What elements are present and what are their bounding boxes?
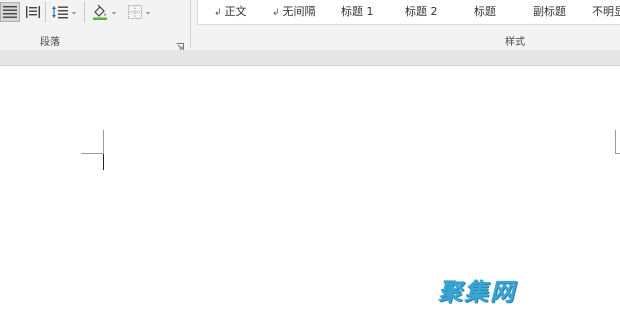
styles-group-label: 样式: [505, 37, 525, 48]
crop-mark-horizontal: [81, 153, 104, 154]
separator: [45, 2, 46, 22]
paragraph-group: ⌄ ⌄ ⌄ 段落: [0, 0, 190, 51]
distributed-icon: [26, 6, 40, 18]
paragraph-mark-icon: ↲: [272, 8, 280, 18]
shading-icon: [92, 4, 108, 20]
borders-icon: [128, 5, 143, 19]
ruler-strip: [0, 50, 620, 66]
chevron-down-icon: ⌄: [70, 7, 78, 17]
ribbon: ⌄ ⌄ ⌄ 段落 ↲ 正文 ↲ 无间隔 标题 1 标题 2 标题 副标题 不明显…: [0, 0, 620, 51]
styles-group: ↲正文 ↲无间隔 标题 1 标题 2 标题 副标题 不明显强 样式: [191, 0, 620, 50]
chevron-down-icon: ⌄: [144, 7, 152, 17]
crop-mark-horizontal-right: [615, 153, 620, 154]
paragraph-group-label: 段落: [40, 37, 60, 48]
distributed-button[interactable]: [23, 2, 43, 22]
borders-button[interactable]: ⌄: [124, 2, 156, 22]
style-title[interactable]: 标题: [474, 3, 496, 19]
style-subtitle[interactable]: 副标题: [533, 3, 566, 19]
style-heading-1[interactable]: 标题 1: [341, 3, 374, 19]
watermark-logo: 聚集网: [438, 278, 516, 306]
text-cursor: [103, 154, 104, 170]
style-no-spacing[interactable]: ↲ 无间隔: [272, 3, 316, 19]
crop-mark-vertical-right: [615, 130, 616, 153]
style-heading-2[interactable]: 标题 2: [405, 3, 438, 19]
justify-button[interactable]: [0, 2, 20, 22]
line-spacing-icon: [52, 5, 69, 19]
separator: [84, 2, 85, 22]
document-page[interactable]: [0, 66, 620, 309]
dialog-launcher-icon[interactable]: [176, 36, 184, 51]
crop-mark-vertical: [103, 130, 104, 153]
shading-button[interactable]: ⌄: [89, 2, 121, 22]
style-normal[interactable]: ↲ 正文: [214, 3, 247, 19]
style-subtle-emphasis[interactable]: 不明显强: [592, 3, 620, 19]
paragraph-mark-icon: ↲: [214, 8, 222, 18]
line-spacing-button[interactable]: ⌄: [50, 2, 80, 22]
justify-icon: [3, 6, 17, 18]
chevron-down-icon: ⌄: [110, 7, 118, 17]
styles-gallery: ↲正文 ↲无间隔 标题 1 标题 2 标题 副标题 不明显强: [197, 0, 620, 25]
